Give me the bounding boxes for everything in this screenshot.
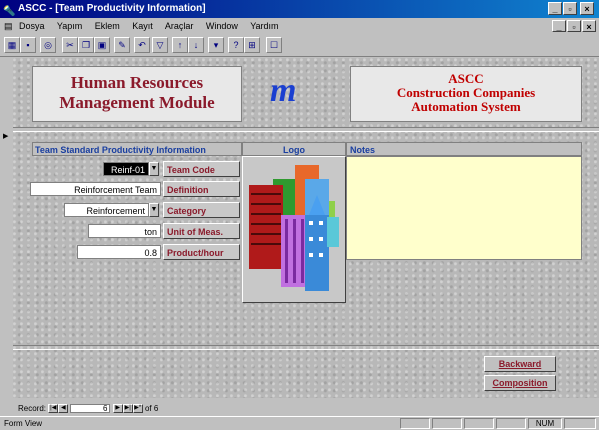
team-code-field[interactable]: Reinf-01 — [103, 162, 149, 176]
status-panel-1 — [400, 418, 430, 429]
database-icon[interactable]: ⊞ — [244, 37, 260, 53]
module-title-line1: Human Resources — [70, 73, 204, 92]
status-panel-4 — [496, 418, 526, 429]
menu-window[interactable]: Window — [206, 21, 238, 31]
record-navigator: Record: |◀ ◀ 6 ▶ ▶| ▶* of 6 — [18, 403, 158, 414]
new-object-icon[interactable]: ▾ — [208, 37, 224, 53]
first-record-icon[interactable]: |◀ — [48, 404, 59, 414]
product-hour-field[interactable]: 0.8 — [77, 245, 161, 259]
properties-icon[interactable]: ☐ — [266, 37, 282, 53]
title-bar: 🔦 ASCC - [Team Productivity Information]… — [0, 0, 599, 18]
composition-button[interactable]: Composition — [484, 375, 556, 391]
category-dropdown-icon[interactable]: ▼ — [149, 203, 159, 217]
info-column-header: Team Standard Productivity Information — [32, 142, 242, 156]
record-selector[interactable]: ▶ — [0, 58, 14, 398]
print-preview-icon[interactable]: ◎ — [40, 37, 56, 53]
window-title: ASCC - [Team Productivity Information] — [18, 3, 206, 14]
view-mode-text: Form View — [4, 419, 43, 428]
form-view-icon[interactable]: ▦ — [4, 37, 20, 53]
team-code-label: Team Code — [163, 161, 240, 177]
menu-eklem[interactable]: Eklem — [95, 21, 120, 31]
menu-araclar[interactable]: Araçlar — [165, 21, 194, 31]
ascc-title-line2: Construction Companies — [396, 85, 536, 100]
module-title: Human Resources Management Module — [32, 66, 242, 122]
category-label: Category — [163, 202, 240, 218]
record-count: of 6 — [144, 404, 159, 413]
cut-icon[interactable]: ✂ — [62, 37, 78, 53]
undo-icon[interactable]: ↶ — [134, 37, 150, 53]
unit-label: Unit of Meas. — [163, 223, 240, 239]
footer-divider — [13, 345, 599, 350]
unit-field[interactable]: ton — [88, 224, 161, 238]
status-panel-6 — [564, 418, 596, 429]
product-hour-label: Product/hour — [163, 244, 240, 260]
menu-kayit[interactable]: Kayıt — [132, 21, 153, 31]
save-icon[interactable]: ▪ — [20, 37, 36, 53]
paste-icon[interactable]: ▣ — [94, 37, 110, 53]
menu-bar: ▤ Dosya Yapım Eklem Kayıt Araçlar Window… — [0, 18, 599, 34]
menu-dosya[interactable]: Dosya — [19, 21, 45, 31]
header-divider — [13, 127, 599, 132]
menu-yardim[interactable]: Yardım — [250, 21, 278, 31]
doc-icon[interactable]: ▤ — [4, 21, 13, 31]
buildings-icon — [249, 165, 339, 291]
help-icon[interactable]: ? — [228, 37, 244, 53]
menu-yapim[interactable]: Yapım — [57, 21, 82, 31]
doc-close-button[interactable]: × — [582, 20, 596, 32]
copy-icon[interactable]: ❐ — [78, 37, 94, 53]
notes-column-header: Notes — [346, 142, 582, 156]
module-title-line2: Management Module — [59, 93, 215, 112]
category-field[interactable]: Reinforcement — [64, 203, 149, 217]
doc-minimize-button[interactable]: _ — [552, 20, 566, 32]
definition-label: Definition — [163, 181, 240, 197]
new-record-icon[interactable]: ▶* — [132, 404, 143, 414]
status-bar: Form View NUM — [0, 416, 599, 430]
team-code-dropdown-icon[interactable]: ▼ — [149, 162, 159, 176]
record-number-input[interactable]: 6 — [70, 404, 111, 414]
filter-icon[interactable]: ▽ — [152, 37, 168, 53]
sort-desc-icon[interactable]: ↓ — [188, 37, 204, 53]
minimize-button[interactable]: _ — [548, 2, 562, 15]
num-lock-indicator: NUM — [528, 418, 562, 429]
logo-column-header: Logo — [242, 142, 346, 156]
team-logo-image — [242, 156, 346, 303]
close-button[interactable]: × — [580, 2, 594, 15]
sort-asc-icon[interactable]: ↑ — [172, 37, 188, 53]
doc-restore-button[interactable]: ▫ — [567, 20, 581, 32]
restore-button[interactable]: ▫ — [563, 2, 577, 15]
ascc-title-line3: Automation System — [411, 99, 521, 114]
next-record-icon[interactable]: ▶ — [112, 404, 123, 414]
ascc-title: ASCC Construction Companies Automation S… — [350, 66, 582, 122]
status-panel-2 — [432, 418, 462, 429]
prev-record-icon[interactable]: ◀ — [58, 404, 69, 414]
current-record-arrow-icon: ▶ — [3, 133, 9, 140]
notes-field[interactable] — [346, 156, 582, 260]
backward-button[interactable]: Backward — [484, 356, 556, 372]
last-record-icon[interactable]: ▶| — [122, 404, 133, 414]
ascc-title-line1: ASCC — [448, 71, 484, 86]
definition-field[interactable]: Reinforcement Team — [30, 182, 161, 196]
record-label: Record: — [18, 404, 47, 413]
status-panel-3 — [464, 418, 494, 429]
format-painter-icon[interactable]: ✎ — [114, 37, 130, 53]
toolbar: ▦ ▪ ◎ ✂ ❐ ▣ ✎ ↶ ▽ ↑ ↓ ▾ ? ⊞ ☐ — [0, 34, 599, 57]
m-logo-icon: m — [270, 72, 297, 109]
